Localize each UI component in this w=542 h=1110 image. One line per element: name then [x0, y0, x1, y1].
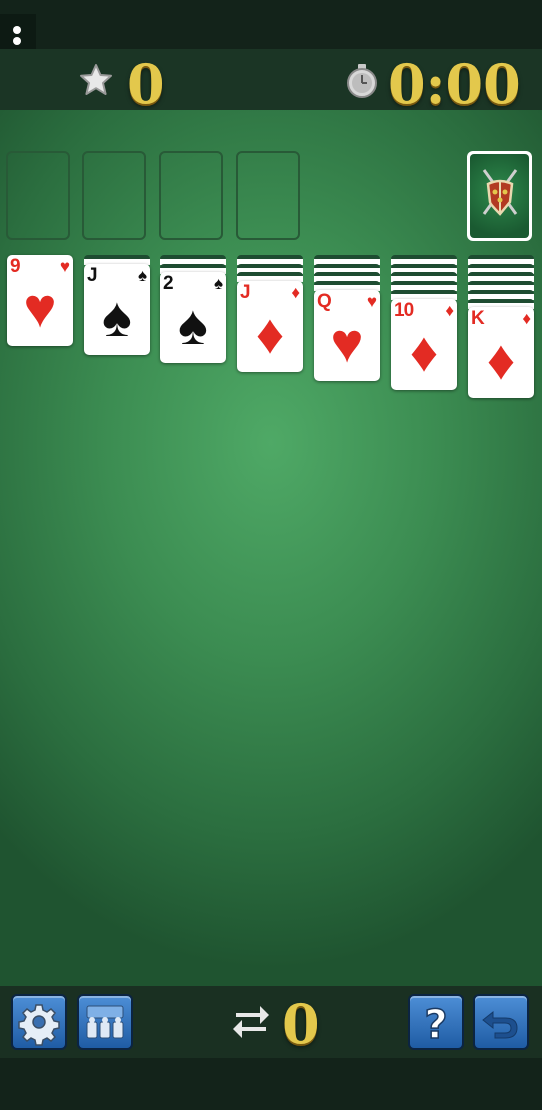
card-suit-icon: ♠ — [102, 284, 132, 348]
playing-card[interactable]: 9 ♥ ♥ — [7, 255, 73, 346]
settings-button[interactable] — [11, 994, 67, 1050]
playing-card[interactable]: 2 ♠ ♠ — [160, 272, 226, 364]
foundation-slot[interactable] — [82, 151, 146, 240]
deal-button[interactable] — [77, 994, 133, 1050]
playing-card[interactable]: K ♦ ♦ — [468, 307, 534, 399]
playing-card[interactable]: J ♠ ♠ — [84, 263, 150, 355]
playing-card[interactable]: 10 ♦ ♦ — [391, 298, 457, 390]
moves-count: 0 — [282, 992, 320, 1056]
question-icon: ? — [424, 1001, 449, 1048]
undo-button[interactable] — [473, 994, 529, 1050]
playing-card[interactable]: Q ♥ ♥ — [314, 289, 380, 381]
playing-card[interactable]: J ♦ ♦ — [237, 281, 303, 373]
card-rank: 9 — [10, 256, 21, 277]
card-suit-icon: ♥ — [23, 276, 57, 339]
svg-text:?: ? — [424, 1002, 447, 1048]
card-suit-icon: ♦ — [255, 302, 285, 366]
score-value: 0 — [127, 52, 165, 116]
star-icon — [80, 64, 112, 95]
card-suit-icon: ♦ — [409, 319, 439, 383]
status-bar — [0, 0, 542, 49]
foundation-slot[interactable] — [6, 151, 70, 240]
card-rank: K — [471, 308, 485, 330]
card-suit-icon: ♠ — [213, 274, 223, 294]
card-suit-icon: ♦ — [522, 309, 531, 329]
swap-arrows-icon — [233, 1006, 269, 1038]
card-suit-icon: ♦ — [291, 283, 300, 303]
card-suit-icon: ♥ — [59, 257, 70, 276]
gear-icon — [18, 1004, 60, 1046]
game-table[interactable] — [0, 110, 542, 986]
card-rank: J — [87, 264, 98, 286]
card-suit-icon: ♥ — [366, 291, 377, 311]
foundation-slot[interactable] — [236, 151, 300, 240]
footer-bar — [0, 1058, 542, 1110]
card-rank: Q — [317, 290, 332, 312]
card-suit-icon: ♥ — [330, 310, 364, 374]
card-suit-icon: ♠ — [137, 265, 147, 285]
timer-value: 0:00 — [388, 52, 521, 116]
card-rank: 2 — [163, 273, 174, 295]
card-rank: 10 — [394, 299, 414, 321]
undo-icon — [482, 1010, 518, 1039]
card-rank: J — [240, 282, 251, 304]
help-button[interactable]: ? — [408, 994, 464, 1050]
shield-crossed-swords-icon — [482, 169, 518, 216]
stock-pile[interactable] — [467, 151, 532, 241]
card-suit-icon: ♦ — [486, 328, 516, 392]
stopwatch-icon — [347, 64, 377, 98]
cards-icon — [86, 1005, 124, 1039]
card-suit-icon: ♦ — [445, 300, 454, 320]
card-suit-icon: ♠ — [178, 293, 208, 357]
foundation-slot[interactable] — [159, 151, 223, 240]
